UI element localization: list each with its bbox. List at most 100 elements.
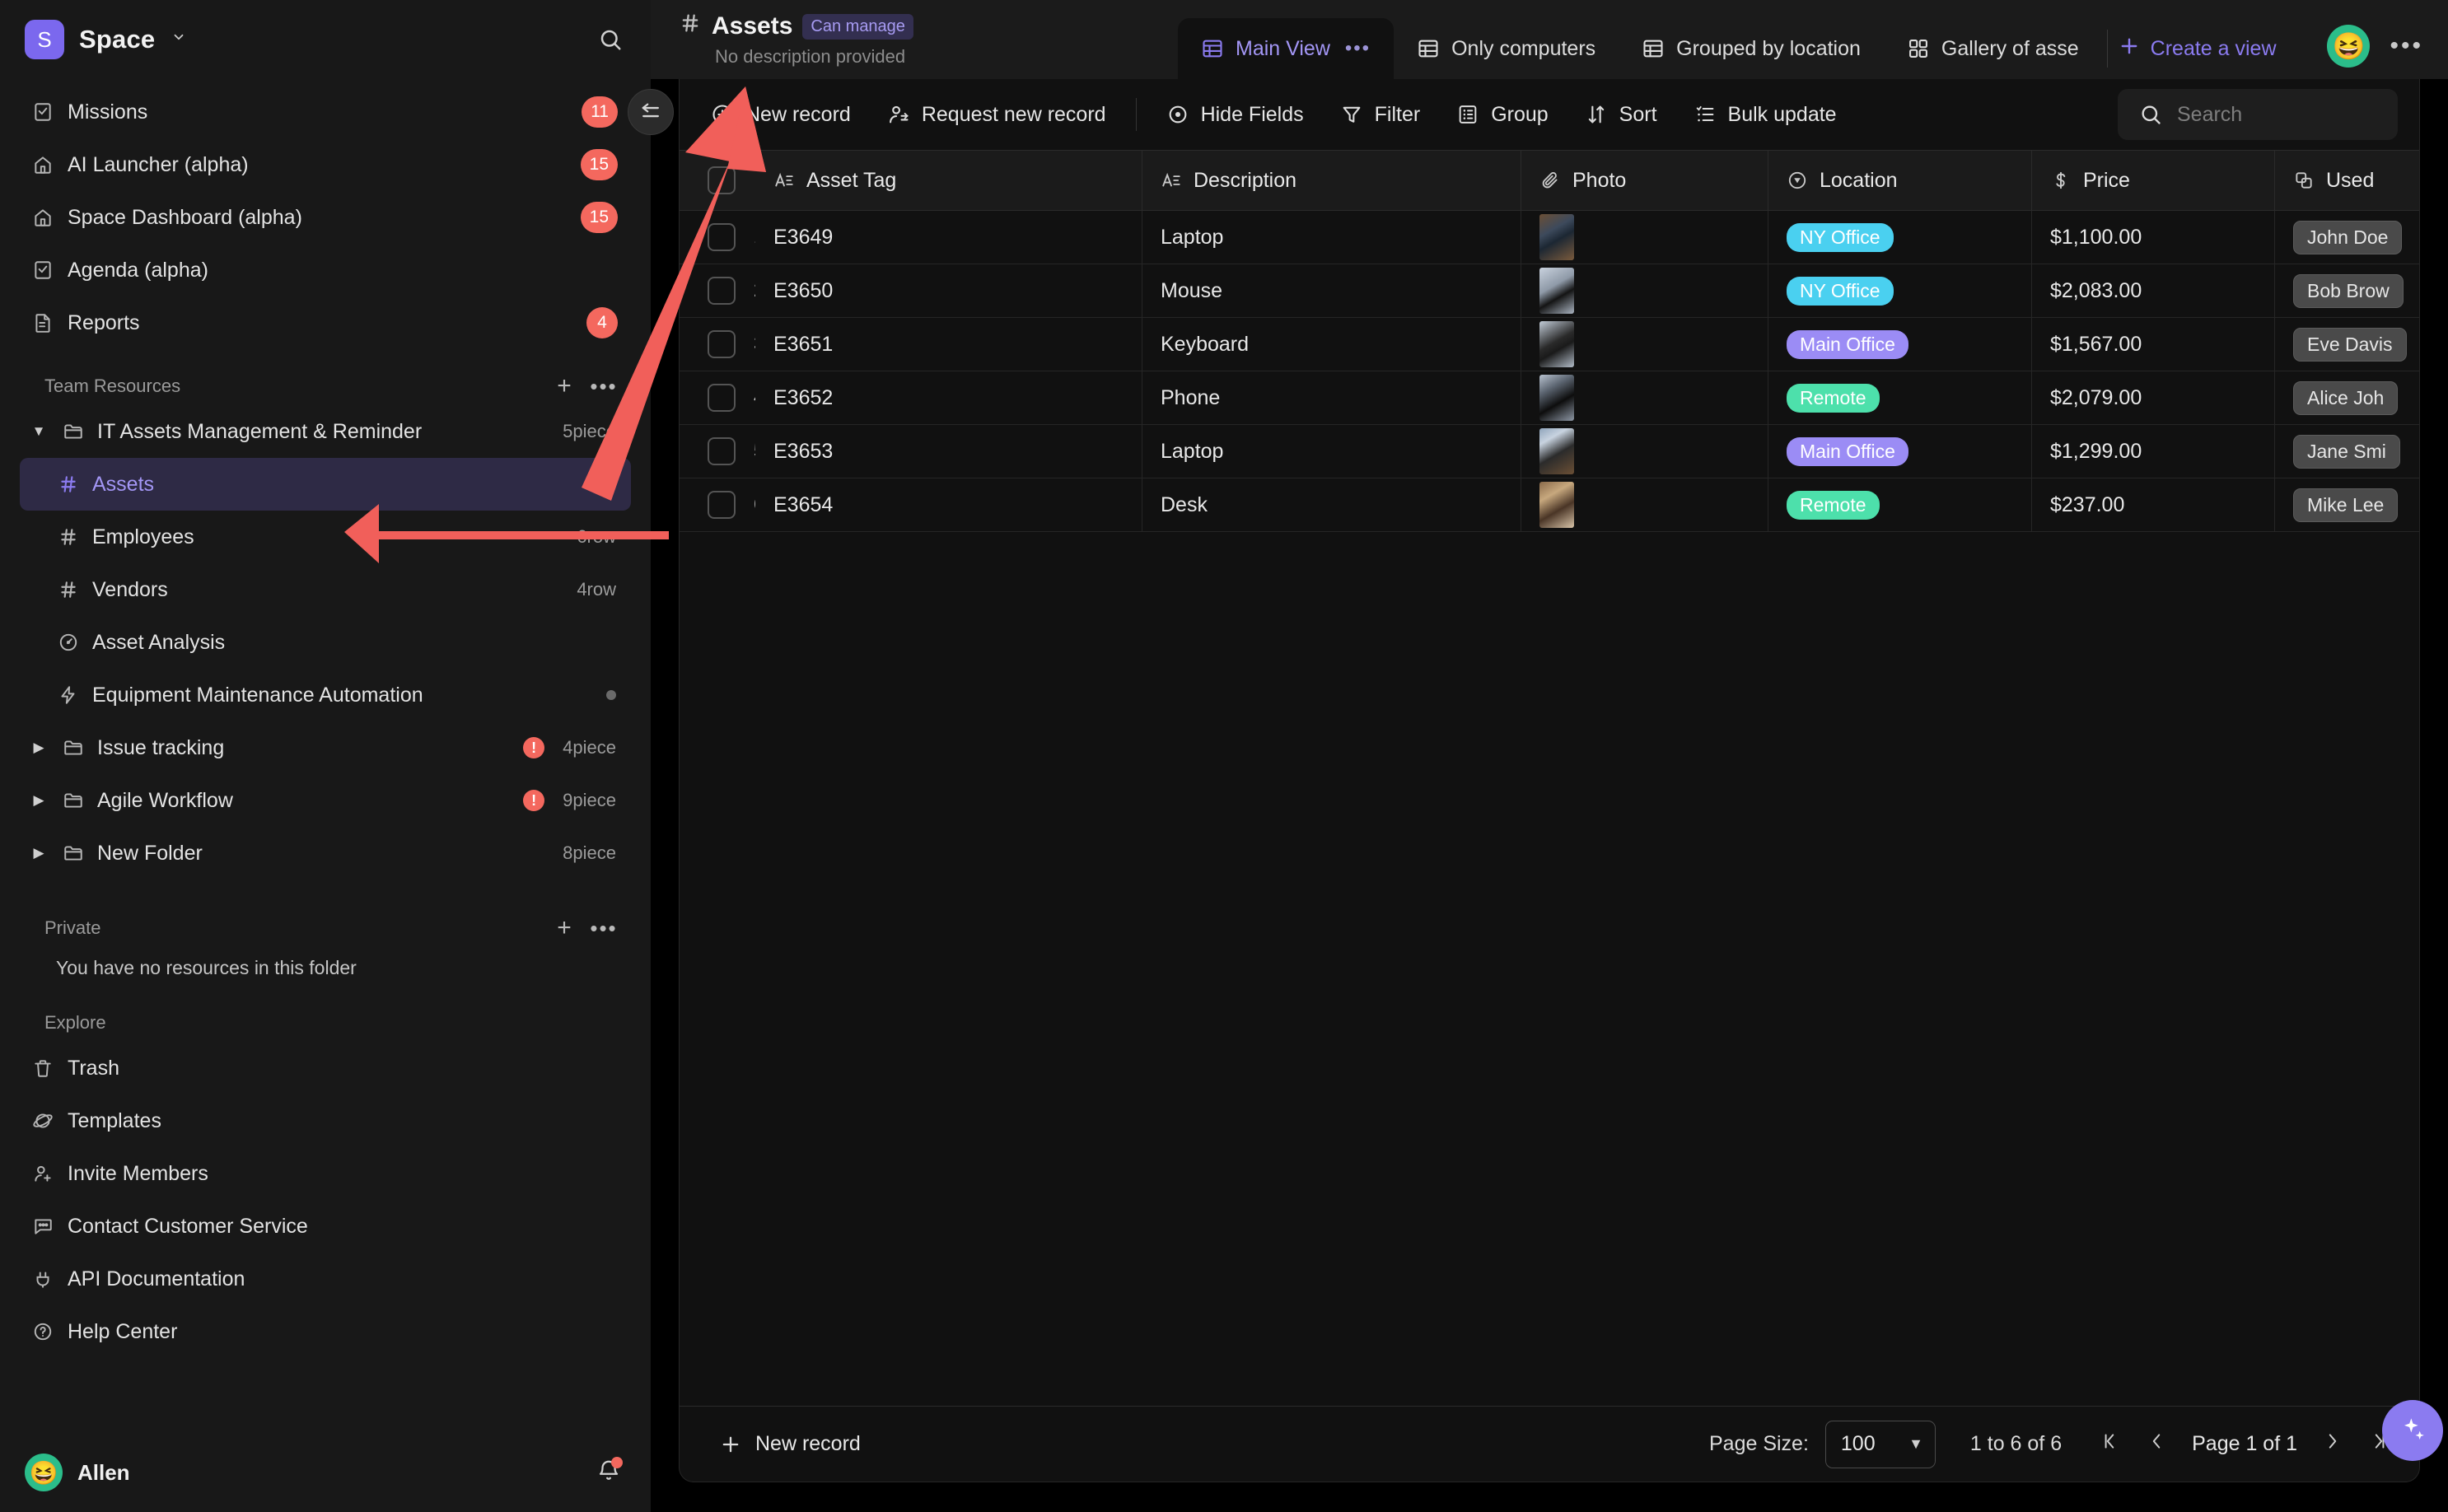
tree-item-agile-workflow[interactable]: ▶ Agile Workflow ! 9piece bbox=[20, 774, 631, 827]
tab-gallery-of-assets[interactable]: Gallery of asse bbox=[1884, 18, 2102, 79]
add-private-resource-button[interactable]: + bbox=[550, 916, 578, 940]
table-row[interactable]: 6 E3654 Desk Remote $237.00 Mike Lee bbox=[680, 478, 2419, 532]
table-row[interactable]: 4 E3652 Phone Remote $2,079.00 Alice Joh bbox=[680, 371, 2419, 425]
team-resources-more-button[interactable]: ••• bbox=[590, 376, 618, 397]
prev-page-icon[interactable] bbox=[2146, 1430, 2167, 1458]
tree-item-issue-tracking[interactable]: ▶ Issue tracking ! 4piece bbox=[20, 721, 631, 774]
cell-location[interactable]: Remote bbox=[1768, 371, 2032, 424]
page-size-select[interactable]: 100 ▼ bbox=[1824, 1420, 1936, 1468]
cell-description[interactable]: Laptop bbox=[1142, 425, 1521, 478]
cell-location[interactable]: Main Office bbox=[1768, 318, 2032, 371]
sidebar-item-help-center[interactable]: Help Center bbox=[20, 1305, 631, 1358]
sidebar-item-missions[interactable]: Missions 11 bbox=[20, 86, 631, 138]
ai-sparkle-icon[interactable] bbox=[2382, 1400, 2443, 1461]
cell-used[interactable]: Eve Davis bbox=[2275, 318, 2419, 371]
cell-used[interactable]: John Doe bbox=[2275, 211, 2419, 264]
sidebar-item-assets[interactable]: Assets bbox=[20, 458, 631, 511]
cell-description[interactable]: Desk bbox=[1142, 478, 1521, 531]
user-name[interactable]: Allen bbox=[77, 1460, 582, 1486]
footer-new-record-button[interactable]: New record bbox=[701, 1421, 879, 1468]
row-checkbox[interactable] bbox=[708, 384, 736, 412]
cell-asset-tag[interactable]: E3651 bbox=[755, 318, 1142, 371]
bulk-update-button[interactable]: Bulk update bbox=[1675, 91, 1855, 138]
cell-location[interactable]: NY Office bbox=[1768, 211, 2032, 264]
cell-asset-tag[interactable]: E3652 bbox=[755, 371, 1142, 424]
sidebar-item-trash[interactable]: Trash bbox=[20, 1042, 631, 1094]
sort-button[interactable]: Sort bbox=[1567, 91, 1675, 138]
row-checkbox[interactable] bbox=[708, 330, 736, 358]
column-header-photo[interactable]: Photo bbox=[1521, 151, 1768, 210]
tab-grouped-by-location[interactable]: Grouped by location bbox=[1619, 18, 1884, 79]
column-header-used[interactable]: Used bbox=[2275, 151, 2419, 210]
tab-main-view[interactable]: Main View ••• bbox=[1178, 18, 1395, 79]
chevron-collapsed-icon[interactable]: ▶ bbox=[28, 792, 49, 809]
tab-only-computers[interactable]: Only computers bbox=[1394, 18, 1619, 79]
tree-item-it-assets-management[interactable]: ▼ IT Assets Management & Reminder 5piece bbox=[20, 405, 631, 458]
sidebar-item-asset-analysis[interactable]: Asset Analysis bbox=[20, 616, 631, 669]
request-new-record-button[interactable]: Request new record bbox=[869, 91, 1124, 138]
search-field[interactable] bbox=[2177, 102, 2376, 127]
cell-photo[interactable] bbox=[1521, 478, 1768, 531]
cell-description[interactable]: Laptop bbox=[1142, 211, 1521, 264]
cell-used[interactable]: Bob Brow bbox=[2275, 264, 2419, 317]
cell-location[interactable]: Remote bbox=[1768, 478, 2032, 531]
cell-price[interactable]: $2,079.00 bbox=[2032, 371, 2275, 424]
cell-description[interactable]: Keyboard bbox=[1142, 318, 1521, 371]
bell-icon[interactable] bbox=[596, 1456, 623, 1487]
add-resource-button[interactable]: + bbox=[550, 374, 578, 399]
row-checkbox[interactable] bbox=[708, 437, 736, 465]
sidebar-item-agenda[interactable]: Agenda (alpha) bbox=[20, 244, 631, 296]
chevron-expanded-icon[interactable]: ▼ bbox=[28, 423, 49, 440]
column-header-asset-tag[interactable]: Asset Tag bbox=[755, 151, 1142, 210]
row-checkbox[interactable] bbox=[708, 223, 736, 251]
cell-location[interactable]: Main Office bbox=[1768, 425, 2032, 478]
table-row[interactable]: 5 E3653 Laptop Main Office $1,299.00 Jan… bbox=[680, 425, 2419, 478]
sidebar-item-vendors[interactable]: Vendors 4row bbox=[20, 563, 631, 616]
collapse-sidebar-icon[interactable] bbox=[628, 89, 674, 135]
cell-asset-tag[interactable]: E3649 bbox=[755, 211, 1142, 264]
tree-item-new-folder[interactable]: ▶ New Folder 8piece bbox=[20, 827, 631, 880]
private-more-button[interactable]: ••• bbox=[590, 917, 618, 939]
hide-fields-button[interactable]: Hide Fields bbox=[1148, 91, 1322, 138]
sidebar-item-ai-launcher[interactable]: AI Launcher (alpha) 15 bbox=[20, 138, 631, 191]
group-button[interactable]: Group bbox=[1438, 91, 1566, 138]
cell-asset-tag[interactable]: E3654 bbox=[755, 478, 1142, 531]
search-icon[interactable] bbox=[598, 27, 623, 52]
sidebar-item-templates[interactable]: Templates bbox=[20, 1094, 631, 1147]
cell-price[interactable]: $1,100.00 bbox=[2032, 211, 2275, 264]
avatar[interactable]: 😆 bbox=[2327, 25, 2371, 68]
view-options-icon[interactable]: ••• bbox=[1345, 37, 1371, 60]
table-row[interactable]: 2 E3650 Mouse NY Office $2,083.00 Bob Br… bbox=[680, 264, 2419, 318]
cell-used[interactable]: Mike Lee bbox=[2275, 478, 2419, 531]
cell-photo[interactable] bbox=[1521, 425, 1768, 478]
table-row[interactable]: 1 E3649 Laptop NY Office $1,100.00 John … bbox=[680, 211, 2419, 264]
new-record-button[interactable]: New record bbox=[693, 91, 869, 138]
select-all-checkbox[interactable] bbox=[708, 166, 736, 194]
sidebar-item-employees[interactable]: Employees 6row bbox=[20, 511, 631, 563]
cell-asset-tag[interactable]: E3653 bbox=[755, 425, 1142, 478]
cell-photo[interactable] bbox=[1521, 371, 1768, 424]
cell-photo[interactable] bbox=[1521, 264, 1768, 317]
avatar[interactable]: 😆 bbox=[25, 1454, 63, 1491]
sidebar-item-reports[interactable]: Reports 4 bbox=[20, 296, 631, 349]
row-checkbox[interactable] bbox=[708, 491, 736, 519]
space-name[interactable]: Space bbox=[79, 25, 155, 54]
cell-asset-tag[interactable]: E3650 bbox=[755, 264, 1142, 317]
cell-price[interactable]: $2,083.00 bbox=[2032, 264, 2275, 317]
first-page-icon[interactable] bbox=[2100, 1430, 2121, 1458]
filter-button[interactable]: Filter bbox=[1322, 91, 1439, 138]
chevron-collapsed-icon[interactable]: ▶ bbox=[28, 845, 49, 861]
search-input[interactable] bbox=[2118, 89, 2398, 140]
table-row[interactable]: 3 E3651 Keyboard Main Office $1,567.00 E… bbox=[680, 318, 2419, 371]
cell-photo[interactable] bbox=[1521, 318, 1768, 371]
cell-description[interactable]: Phone bbox=[1142, 371, 1521, 424]
cell-price[interactable]: $237.00 bbox=[2032, 478, 2275, 531]
cell-price[interactable]: $1,299.00 bbox=[2032, 425, 2275, 478]
column-header-description[interactable]: Description bbox=[1142, 151, 1521, 210]
sidebar-item-equipment-maintenance-automation[interactable]: Equipment Maintenance Automation bbox=[20, 669, 631, 721]
cell-photo[interactable] bbox=[1521, 211, 1768, 264]
create-view-button[interactable]: Create a view bbox=[2113, 18, 2291, 79]
column-header-location[interactable]: Location bbox=[1768, 151, 2032, 210]
cell-used[interactable]: Alice Joh bbox=[2275, 371, 2419, 424]
space-logo[interactable]: S bbox=[25, 20, 64, 59]
